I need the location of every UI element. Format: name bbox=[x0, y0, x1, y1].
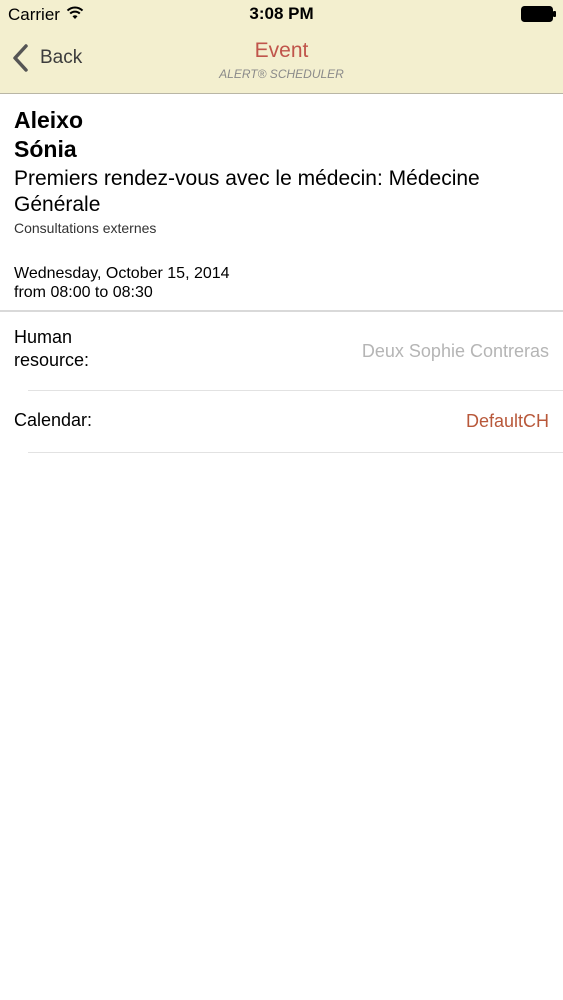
patient-first-name: Sónia bbox=[14, 136, 77, 162]
calendar-row[interactable]: Calendar: DefaultCH bbox=[0, 391, 563, 452]
human-resource-value: Deux Sophie Contreras bbox=[361, 341, 549, 361]
app-subtitle: ALERT® SCHEDULER bbox=[219, 67, 344, 81]
page-title: Event bbox=[254, 39, 309, 62]
nav-bar: Back Event ALERT® SCHEDULER bbox=[0, 30, 563, 93]
human-resource-row[interactable]: Human resource: Deux Sophie Contreras bbox=[0, 312, 563, 390]
human-resource-label: Human resource: bbox=[14, 327, 90, 370]
clock: 3:08 PM bbox=[249, 4, 314, 23]
appointment-date: Wednesday, October 15, 2014 bbox=[14, 265, 230, 282]
appointment-time-range: from 08:00 to 08:30 bbox=[14, 284, 153, 301]
header: Carrier 3:08 PM Back Event ALERT® SCHEDU… bbox=[0, 0, 563, 94]
calendar-label: Calendar: bbox=[14, 410, 93, 430]
battery-icon bbox=[521, 6, 556, 22]
row-divider bbox=[28, 452, 563, 453]
event-screen: Carrier 3:08 PM Back Event ALERT® SCHEDU… bbox=[0, 0, 563, 1000]
department-label: Consultations externes bbox=[14, 220, 157, 236]
status-bar: Carrier 3:08 PM bbox=[0, 0, 563, 30]
appointment-title: Premiers rendez-vous avec le médecin: Mé… bbox=[14, 167, 480, 216]
patient-last-name: Aleixo bbox=[14, 107, 84, 133]
calendar-value: DefaultCH bbox=[465, 411, 549, 431]
